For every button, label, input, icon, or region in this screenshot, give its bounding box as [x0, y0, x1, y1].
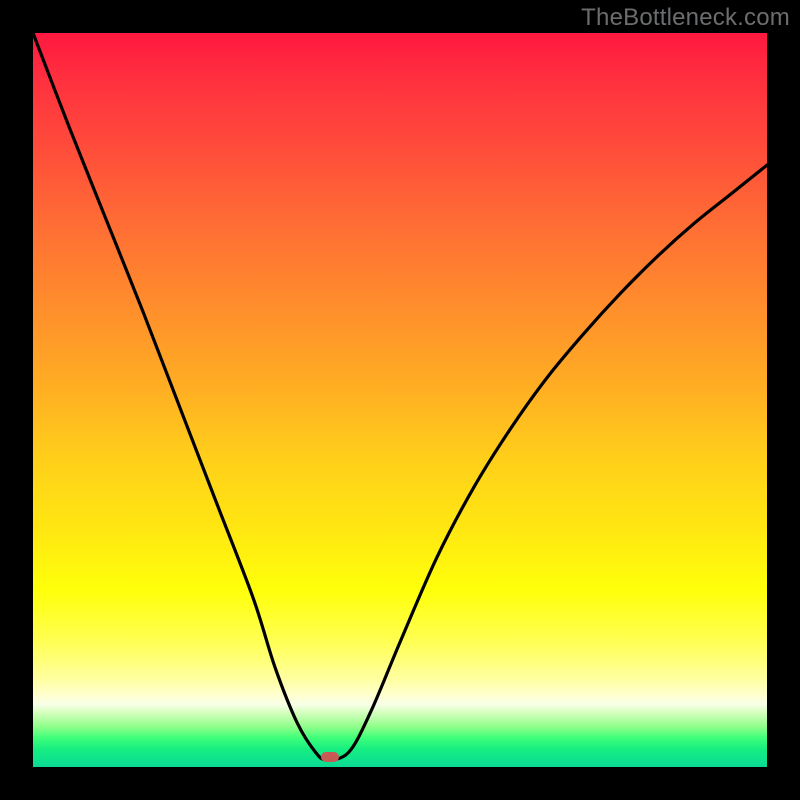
watermark-text: TheBottleneck.com: [581, 4, 790, 32]
curve-svg: [33, 33, 767, 767]
bottleneck-curve: [33, 33, 767, 760]
chart-frame: [33, 33, 767, 767]
min-point-marker: [321, 752, 339, 762]
